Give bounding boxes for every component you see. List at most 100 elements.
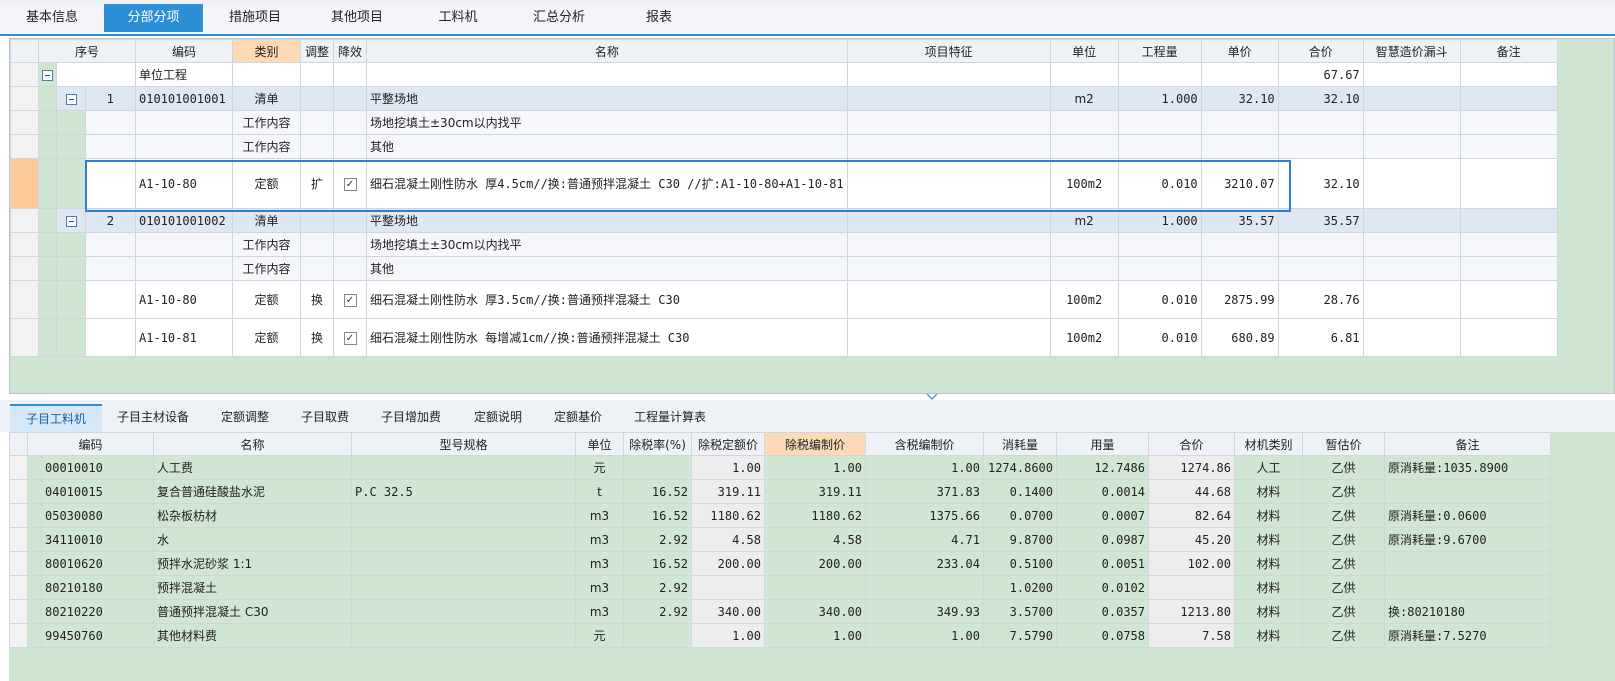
usage-cell[interactable]: 0.0014 [1056,479,1149,504]
code-cell[interactable]: 010101001002 [135,208,233,233]
remark-cell[interactable] [1384,551,1551,576]
code-cell[interactable]: 单位工程 [135,62,233,87]
category-cell[interactable]: 工作内容 [232,134,301,159]
col-feature[interactable]: 项目特征 [846,39,1051,63]
adjust-cell[interactable] [300,134,334,159]
row-gutter[interactable] [9,527,28,552]
spec-cell[interactable]: P.C 32.5 [351,479,576,504]
consume-cell[interactable]: 0.5100 [983,551,1057,576]
est-price-cell[interactable]: 乙供 [1302,527,1385,552]
tab-base-price[interactable]: 定额基价 [540,404,616,430]
consume-cell[interactable]: 0.0700 [983,503,1057,528]
unit-cell[interactable]: m3 [575,575,624,600]
spec-cell[interactable] [351,455,576,480]
category-cell[interactable] [232,62,301,87]
col-unit[interactable]: 单位 [1049,39,1119,63]
prep-price-cell[interactable]: 1.00 [764,455,866,480]
consume-cell[interactable]: 7.5790 [983,623,1057,648]
code-cell[interactable]: 34110010 [41,527,154,552]
col-code[interactable]: 编码 [135,39,233,63]
prep-price-cell[interactable] [764,575,866,600]
row-gutter[interactable] [10,158,39,209]
remark-cell[interactable] [1459,86,1558,111]
code-cell[interactable]: 010101001001 [135,86,233,111]
table-row[interactable]: 80010620 预拌水泥砂浆 1:1 m3 16.52 200.00 200.00 233… [9,551,1551,576]
remark-cell[interactable] [1459,134,1558,159]
code-cell[interactable]: A1-10-80 [135,280,233,319]
col-tax-rate[interactable]: 除税率(%) [623,432,692,456]
est-price-cell[interactable]: 乙供 [1302,599,1385,624]
name-cell[interactable] [366,62,848,87]
remark-cell[interactable] [1459,232,1558,257]
tax-price-cell[interactable]: 349.93 [865,599,984,624]
remark-cell[interactable] [1384,479,1551,504]
code-cell[interactable] [135,134,233,159]
feature-cell[interactable] [846,134,1051,159]
prep-price-cell[interactable]: 1.00 [764,623,866,648]
feature-cell[interactable] [846,232,1051,257]
price-cell[interactable]: 32.10 [1200,86,1279,111]
remark-cell[interactable]: 原消耗量:9.6700 [1384,527,1551,552]
unit-cell[interactable]: m2 [1049,86,1119,111]
remark-cell[interactable]: 原消耗量:1035.8900 [1384,455,1551,480]
tab-extra-fees[interactable]: 子目增加费 [366,404,456,430]
code-cell[interactable]: 05030080 [41,503,154,528]
table-row[interactable]: 80210180 预拌混凝土 m3 2.92 1.0200 0.0102 材料 乙供 [9,575,1551,600]
smart-cell[interactable] [1362,232,1461,257]
smart-cell[interactable] [1362,256,1461,281]
name-cell[interactable]: 其他 [366,134,848,159]
usage-cell[interactable]: 0.0987 [1056,527,1149,552]
usage-cell[interactable]: 0.0758 [1056,623,1149,648]
spec-cell[interactable] [351,503,576,528]
remark-cell[interactable]: 原消耗量:0.0600 [1384,503,1551,528]
reduce-cell[interactable] [333,86,367,111]
table-row[interactable]: 34110010 水 m3 2.92 4.58 4.58 4.71 9.8700 0.0987 4… [9,527,1551,552]
row-gutter[interactable] [10,256,39,281]
smart-cell[interactable] [1362,208,1461,233]
price-cell[interactable]: 3210.07 [1200,158,1279,209]
category-cell[interactable]: 工作内容 [232,232,301,257]
consume-cell[interactable]: 9.8700 [983,527,1057,552]
checkbox-icon[interactable]: ✓ [343,178,357,191]
row-gutter[interactable] [9,503,28,528]
name-cell[interactable]: 预拌混凝土 [153,575,352,600]
code-cell[interactable]: 80210180 [41,575,154,600]
code-cell[interactable]: 00010010 [41,455,154,480]
unit-cell[interactable] [1049,62,1119,87]
code-cell[interactable]: 99450760 [41,623,154,648]
spec-cell[interactable] [351,599,576,624]
tax-price-cell[interactable]: 1.00 [865,455,984,480]
price-cell[interactable]: 2875.99 [1200,280,1279,319]
tax-rate-cell[interactable]: 16.52 [623,551,692,576]
unit-cell[interactable]: 元 [575,455,624,480]
smart-cell[interactable] [1362,134,1461,159]
tab-quantity-calc[interactable]: 工程量计算表 [620,404,720,430]
col-seq[interactable]: 序号 [38,39,136,63]
adjust-cell[interactable] [300,86,334,111]
prep-price-cell[interactable]: 200.00 [764,551,866,576]
col-remark[interactable]: 备注 [1459,39,1558,63]
table-row[interactable]: 单位工程 67.67 [10,62,1558,87]
reduce-cell[interactable] [333,232,367,257]
reduce-cell[interactable]: ✓ [333,280,367,319]
row-gutter[interactable] [10,62,39,87]
reduce-cell[interactable]: ✓ [333,318,367,357]
code-cell[interactable] [135,232,233,257]
name-cell[interactable]: 场地挖填土±30cm以内找平 [366,110,848,135]
qty-cell[interactable] [1117,62,1202,87]
adjust-cell[interactable] [300,62,334,87]
qty-cell[interactable]: 1.000 [1117,208,1202,233]
usage-cell[interactable]: 0.0051 [1056,551,1149,576]
tab-main-materials[interactable]: 子目主材设备 [104,404,202,430]
mat-type-cell[interactable]: 材料 [1234,527,1303,552]
qty-cell[interactable]: 1.000 [1117,86,1202,111]
smart-cell[interactable] [1362,86,1461,111]
row-gutter[interactable] [10,110,39,135]
table-row[interactable]: 05030080 松杂板枋材 m3 16.52 1180.62 1180.62 1375.6… [9,503,1551,528]
tree-toggle[interactable] [56,208,86,233]
consume-cell[interactable]: 0.1400 [983,479,1057,504]
qty-cell[interactable]: 0.010 [1117,280,1202,319]
table-row[interactable]: 04010015 复合普通硅酸盐水泥 P.C 32.5 t 16.52 319.11 319… [9,479,1551,504]
spec-cell[interactable] [351,527,576,552]
col-name[interactable]: 名称 [153,432,352,456]
